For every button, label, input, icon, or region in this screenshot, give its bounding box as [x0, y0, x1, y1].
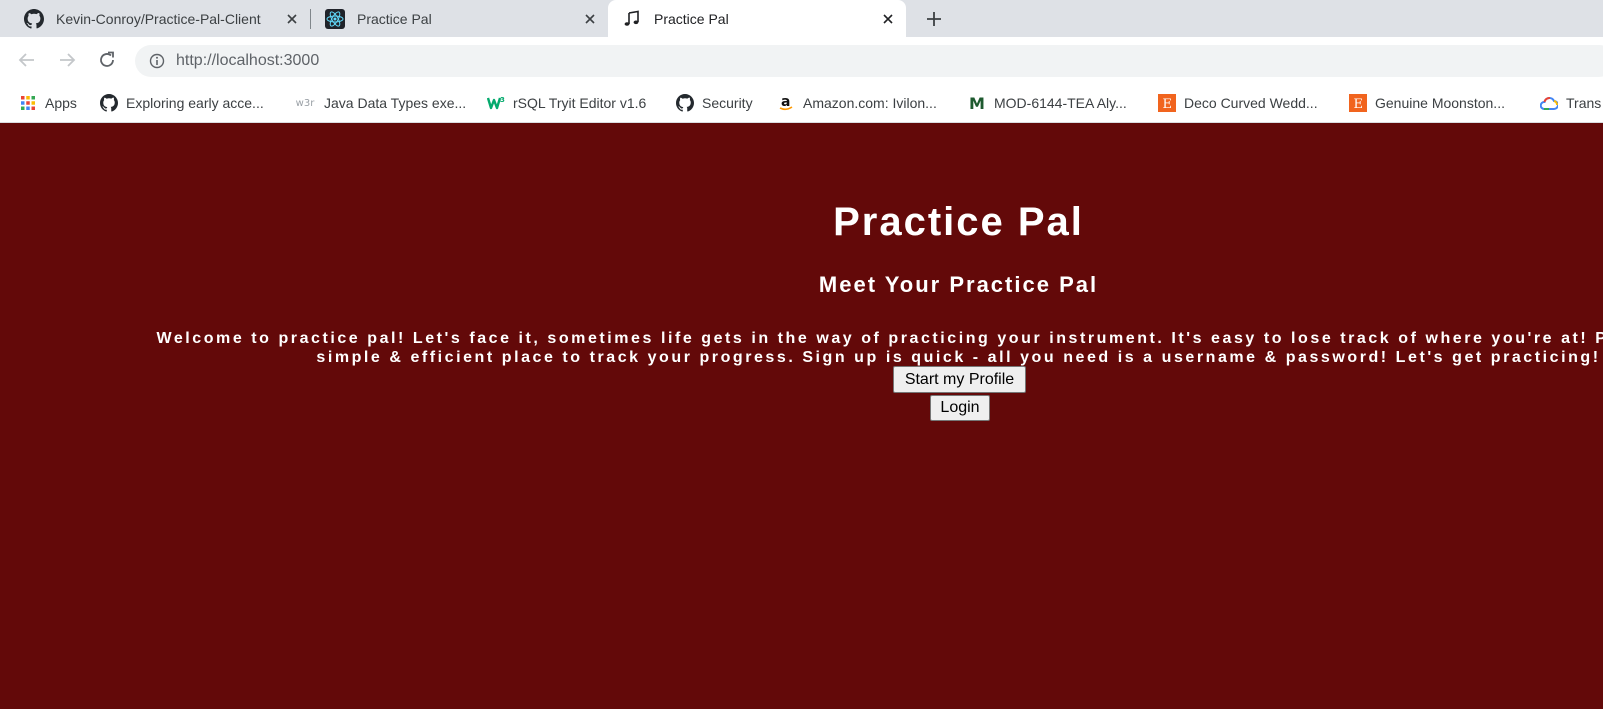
new-tab-button[interactable] [922, 7, 946, 31]
m-logo-icon: M [969, 93, 985, 113]
forward-arrow-icon [60, 53, 76, 67]
info-icon[interactable] [148, 52, 166, 70]
tab-strip: Kevin-Conroy/Practice-Pal-Client Practic… [0, 0, 1603, 37]
w3schools-icon: 3 [487, 94, 505, 112]
welcome-text: Welcome to practice pal! Let's face it, … [0, 329, 1603, 367]
page-subtitle: Meet Your Practice Pal [818, 272, 1099, 297]
bookmark-genuine-moonstone[interactable]: E Genuine Moonston... [1349, 93, 1505, 113]
page-content: Practice Pal Meet Your Practice Pal Welc… [0, 123, 1603, 709]
bookmark-label: MOD-6144-TEA Aly... [994, 95, 1127, 111]
etsy-icon: E [1158, 94, 1176, 112]
etsy-icon: E [1349, 94, 1367, 112]
tab-close-icon[interactable] [580, 9, 600, 29]
bookmark-sql-tryit[interactable]: 3 rSQL Tryit Editor v1.6 [487, 93, 646, 113]
apps-grid-icon [19, 94, 37, 112]
svg-text:E: E [1354, 97, 1364, 112]
bookmark-label: Java Data Types exe... [324, 95, 467, 111]
address-bar[interactable]: http://localhost:3000 [135, 45, 1603, 77]
bookmark-label: Apps [45, 95, 77, 111]
bookmark-deco-curved[interactable]: E Deco Curved Wedd... [1158, 93, 1318, 113]
start-profile-button[interactable]: Start my Profile [893, 366, 1026, 393]
bookmark-apps[interactable]: Apps [19, 93, 77, 113]
tab-practice-pal-active[interactable]: Practice Pal [608, 0, 906, 37]
bookmark-label: Genuine Moonston... [1375, 95, 1505, 111]
bookmarks-bar: Apps Exploring early acce... w3r Java Da… [0, 83, 1603, 123]
bookmark-amazon[interactable]: a Amazon.com: Ivilon... [777, 93, 937, 113]
tab-practice-pal-react[interactable]: Practice Pal [311, 0, 608, 37]
github-icon [100, 94, 118, 112]
tab-title: Practice Pal [654, 10, 729, 27]
tab-close-icon[interactable] [282, 9, 302, 29]
github-icon [676, 94, 694, 112]
bookmark-label: Security [702, 95, 753, 111]
plus-icon [927, 12, 941, 26]
google-cloud-icon [1540, 94, 1558, 112]
svg-text:E: E [1163, 97, 1173, 112]
music-note-icon [622, 9, 642, 29]
github-icon [24, 8, 44, 29]
url-text: http://localhost:3000 [176, 52, 320, 69]
bookmark-label: Amazon.com: Ivilon... [803, 95, 937, 111]
browser-toolbar: http://localhost:3000 [0, 37, 1603, 83]
bookmark-java-data-types[interactable]: w3r Java Data Types exe... [294, 93, 466, 113]
login-button[interactable]: Login [930, 395, 990, 421]
bookmark-label: rSQL Tryit Editor v1.6 [513, 95, 647, 111]
back-button[interactable] [15, 48, 39, 72]
reload-icon [100, 51, 114, 67]
bookmark-exploring[interactable]: Exploring early acce... [100, 93, 264, 113]
bookmark-mod-6144[interactable]: M MOD-6144-TEA Aly... [968, 93, 1127, 113]
bookmark-label: Exploring early acce... [126, 95, 264, 111]
tab-title: Practice Pal [357, 10, 432, 27]
bookmark-trans[interactable]: Trans [1540, 93, 1601, 113]
bookmark-label: Trans [1566, 95, 1602, 111]
bookmark-label: Deco Curved Wedd... [1184, 95, 1318, 111]
forward-button[interactable] [55, 48, 79, 72]
reload-button[interactable] [95, 48, 119, 72]
amazon-icon: a [777, 94, 795, 112]
tab-title: Kevin-Conroy/Practice-Pal-Client [56, 10, 261, 27]
welcome-line-1: Welcome to practice pal! Let's face it, … [156, 330, 1603, 347]
welcome-line-2: simple & efficient place to track your p… [316, 349, 1601, 366]
svg-text:a: a [781, 94, 790, 110]
back-arrow-icon [18, 53, 34, 67]
svg-text:3: 3 [500, 96, 505, 104]
react-icon [325, 8, 345, 29]
w3r-icon: w3r [295, 97, 315, 109]
tab-close-icon[interactable] [878, 9, 898, 29]
bookmark-security[interactable]: Security [676, 93, 753, 113]
tab-github[interactable]: Kevin-Conroy/Practice-Pal-Client [10, 0, 310, 37]
page-title: Practice Pal [833, 200, 1084, 244]
